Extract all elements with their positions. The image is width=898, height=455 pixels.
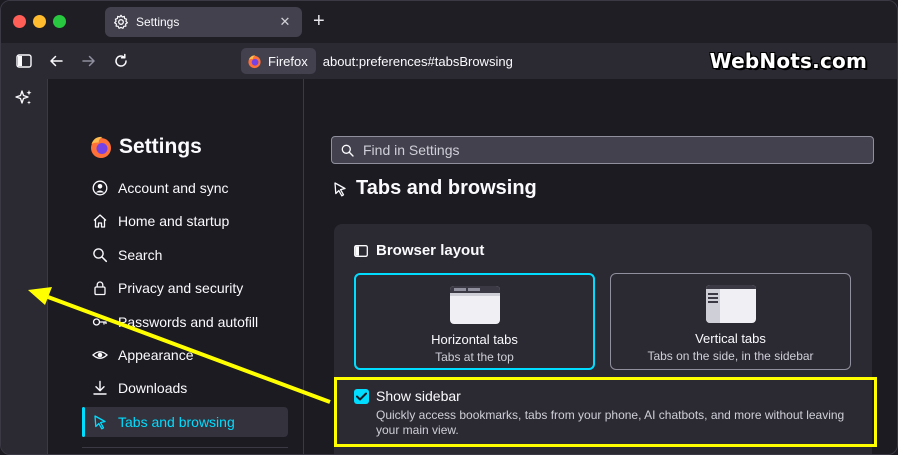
tab-title: Settings	[136, 15, 180, 29]
browser-sidebar	[1, 79, 47, 454]
forward-arrow-icon	[82, 55, 95, 67]
reload-icon	[115, 53, 127, 67]
watermark-logo: WebNots.com	[709, 49, 867, 73]
vertical-tabs-option[interactable]: Vertical tabs Tabs on the side, in the s…	[610, 273, 851, 370]
annotation-highlight-box	[334, 377, 877, 447]
download-icon	[93, 380, 107, 395]
lock-icon	[94, 281, 106, 296]
reload-button[interactable]	[111, 51, 131, 71]
sidebar-item-label: Privacy and security	[118, 280, 244, 296]
sidebar-toggle-button[interactable]	[14, 51, 34, 71]
gear-icon	[114, 14, 128, 29]
tab-settings[interactable]: Settings ✕	[105, 7, 302, 37]
sidebar-item-home-and-startup[interactable]: Home and startup	[82, 206, 288, 236]
forward-button[interactable]	[79, 51, 99, 71]
search-icon	[93, 248, 108, 263]
card-title: Browser layout	[376, 242, 485, 259]
card-heading: Browser layout	[354, 242, 484, 259]
zoom-window-button[interactable]	[53, 15, 66, 28]
search-input[interactable]	[363, 142, 843, 158]
option-title: Vertical tabs	[695, 331, 766, 346]
vertical-tabs-preview-icon	[705, 285, 756, 323]
navigation-toolbar: Firefox about:preferences#tabsBrowsing W…	[1, 43, 897, 79]
sidebar-item-label: Passwords and autofill	[118, 314, 259, 330]
back-arrow-icon	[50, 55, 63, 67]
nav-divider	[82, 447, 288, 448]
identity-label: Firefox	[268, 53, 308, 69]
sidebar-item-account-and-sync[interactable]: Account and sync	[82, 173, 288, 203]
sidebar-icon	[16, 54, 32, 68]
section-title: Tabs and browsing	[356, 177, 537, 199]
firefox-logo-icon	[248, 54, 261, 68]
tab-strip: Settings ✕ +	[1, 1, 897, 43]
sidebar-item-label: Tabs and browsing	[118, 414, 235, 430]
sidebar-item-label: Appearance	[118, 347, 194, 363]
sidebar-item-label: Search	[118, 247, 163, 263]
account-icon	[92, 180, 108, 196]
layout-icon	[354, 244, 368, 257]
settings-search-box[interactable]	[331, 136, 874, 164]
eye-icon	[92, 351, 108, 359]
sidebar-item-tabs-and-browsing[interactable]: Tabs and browsing	[82, 407, 288, 437]
sidebar-item-downloads[interactable]: Downloads	[82, 373, 288, 403]
home-icon	[93, 214, 107, 228]
search-icon	[341, 144, 354, 157]
sidebar-item-label: Home and startup	[118, 213, 230, 229]
sidebar-item-label: Downloads	[118, 380, 188, 396]
settings-nav: Settings Account and sync Home and start…	[48, 79, 304, 454]
sidebar-item-search[interactable]: Search	[82, 240, 288, 270]
horizontal-tabs-option[interactable]: Horizontal tabs Tabs at the top	[354, 273, 595, 370]
close-tab-icon[interactable]: ✕	[278, 14, 292, 30]
horizontal-tabs-preview-icon	[449, 286, 500, 324]
section-heading: Tabs and browsing	[332, 177, 537, 200]
option-title: Horizontal tabs	[431, 332, 518, 347]
page-title: Settings	[119, 135, 202, 158]
option-subtitle: Tabs at the top	[435, 350, 514, 364]
pointer-icon	[94, 415, 106, 430]
back-button[interactable]	[46, 51, 66, 71]
sidebar-item-label: Account and sync	[118, 180, 229, 196]
ai-chatbot-icon[interactable]	[14, 88, 34, 108]
settings-heading: Settings	[89, 135, 202, 159]
sidebar-item-passwords-and-autofill[interactable]: Passwords and autofill	[82, 307, 288, 337]
close-window-button[interactable]	[13, 15, 26, 28]
option-subtitle: Tabs on the side, in the sidebar	[647, 349, 814, 363]
key-icon	[92, 318, 107, 326]
sidebar-item-privacy-and-security[interactable]: Privacy and security	[82, 273, 288, 303]
identity-box[interactable]: Firefox	[241, 48, 316, 74]
url-text[interactable]: about:preferences#tabsBrowsing	[323, 54, 513, 69]
minimize-window-button[interactable]	[33, 15, 46, 28]
sidebar-item-appearance[interactable]: Appearance	[82, 340, 288, 370]
new-tab-button[interactable]: +	[313, 10, 325, 32]
pointer-icon	[334, 181, 346, 196]
firefox-logo-icon	[91, 136, 111, 158]
